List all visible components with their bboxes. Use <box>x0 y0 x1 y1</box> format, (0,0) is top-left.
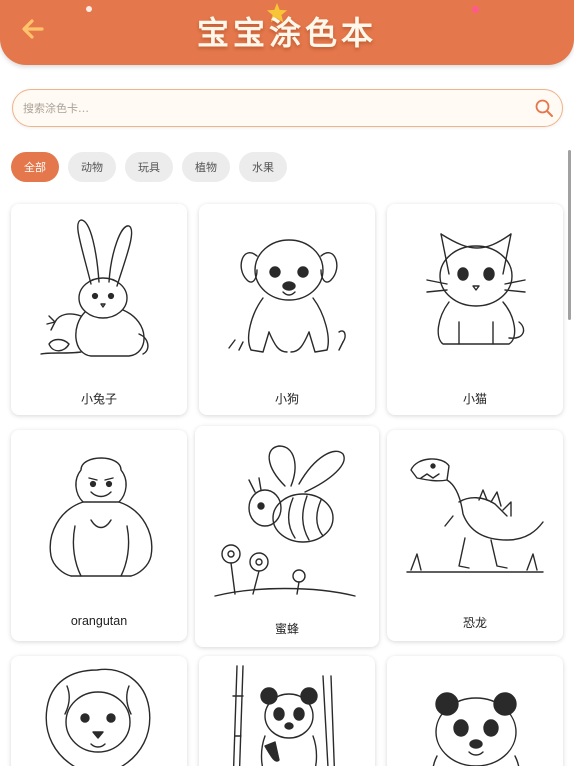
search-bar <box>12 89 563 127</box>
coloring-card-kitten[interactable]: 小猫 <box>387 204 563 415</box>
bee-drawing <box>214 445 356 597</box>
scrollbar-thumb[interactable] <box>568 150 571 320</box>
category-chip-toys[interactable]: 玩具 <box>125 152 173 182</box>
panda-bamboo-drawing <box>232 665 335 766</box>
search-icon[interactable] <box>534 98 554 118</box>
rabbit-drawing <box>40 219 149 357</box>
card-label: orangutan <box>70 614 128 628</box>
coloring-card-bee[interactable]: 蜜蜂 <box>195 426 379 647</box>
category-chip-fruits[interactable]: 水果 <box>239 152 287 182</box>
category-chip-animals[interactable]: 动物 <box>68 152 116 182</box>
panda-drawing <box>432 692 520 766</box>
coloring-card-gorilla[interactable]: orangutan <box>11 430 187 641</box>
gorilla-drawing <box>49 457 153 577</box>
page-title: 宝宝涂色本 <box>196 14 377 52</box>
card-label: 恐龙 <box>462 616 487 630</box>
card-label: 蜜蜂 <box>274 622 299 636</box>
puppy-drawing <box>228 239 346 353</box>
category-chip-all[interactable]: 全部 <box>11 152 59 182</box>
coloring-card-dinosaur[interactable]: 恐龙 <box>387 430 563 641</box>
category-chip-plants[interactable]: 植物 <box>182 152 230 182</box>
kitten-drawing <box>426 233 526 345</box>
coloring-card-rabbit[interactable]: 小兔子 <box>11 204 187 415</box>
coloring-card-lion[interactable] <box>11 656 187 766</box>
category-tabs: 全部 动物 玩具 植物 水果 <box>11 152 287 182</box>
card-label: 小猫 <box>462 392 487 406</box>
lion-drawing <box>45 668 151 766</box>
coloring-card-panda[interactable] <box>387 656 563 766</box>
app-header: 宝宝涂色本 <box>0 0 574 65</box>
card-label: 小狗 <box>274 392 299 406</box>
coloring-card-panda-bamboo[interactable] <box>199 656 375 766</box>
coloring-card-puppy[interactable]: 小狗 <box>199 204 375 415</box>
card-label: 小兔子 <box>80 392 117 406</box>
search-input[interactable] <box>23 94 523 122</box>
dinosaur-drawing <box>406 458 544 573</box>
